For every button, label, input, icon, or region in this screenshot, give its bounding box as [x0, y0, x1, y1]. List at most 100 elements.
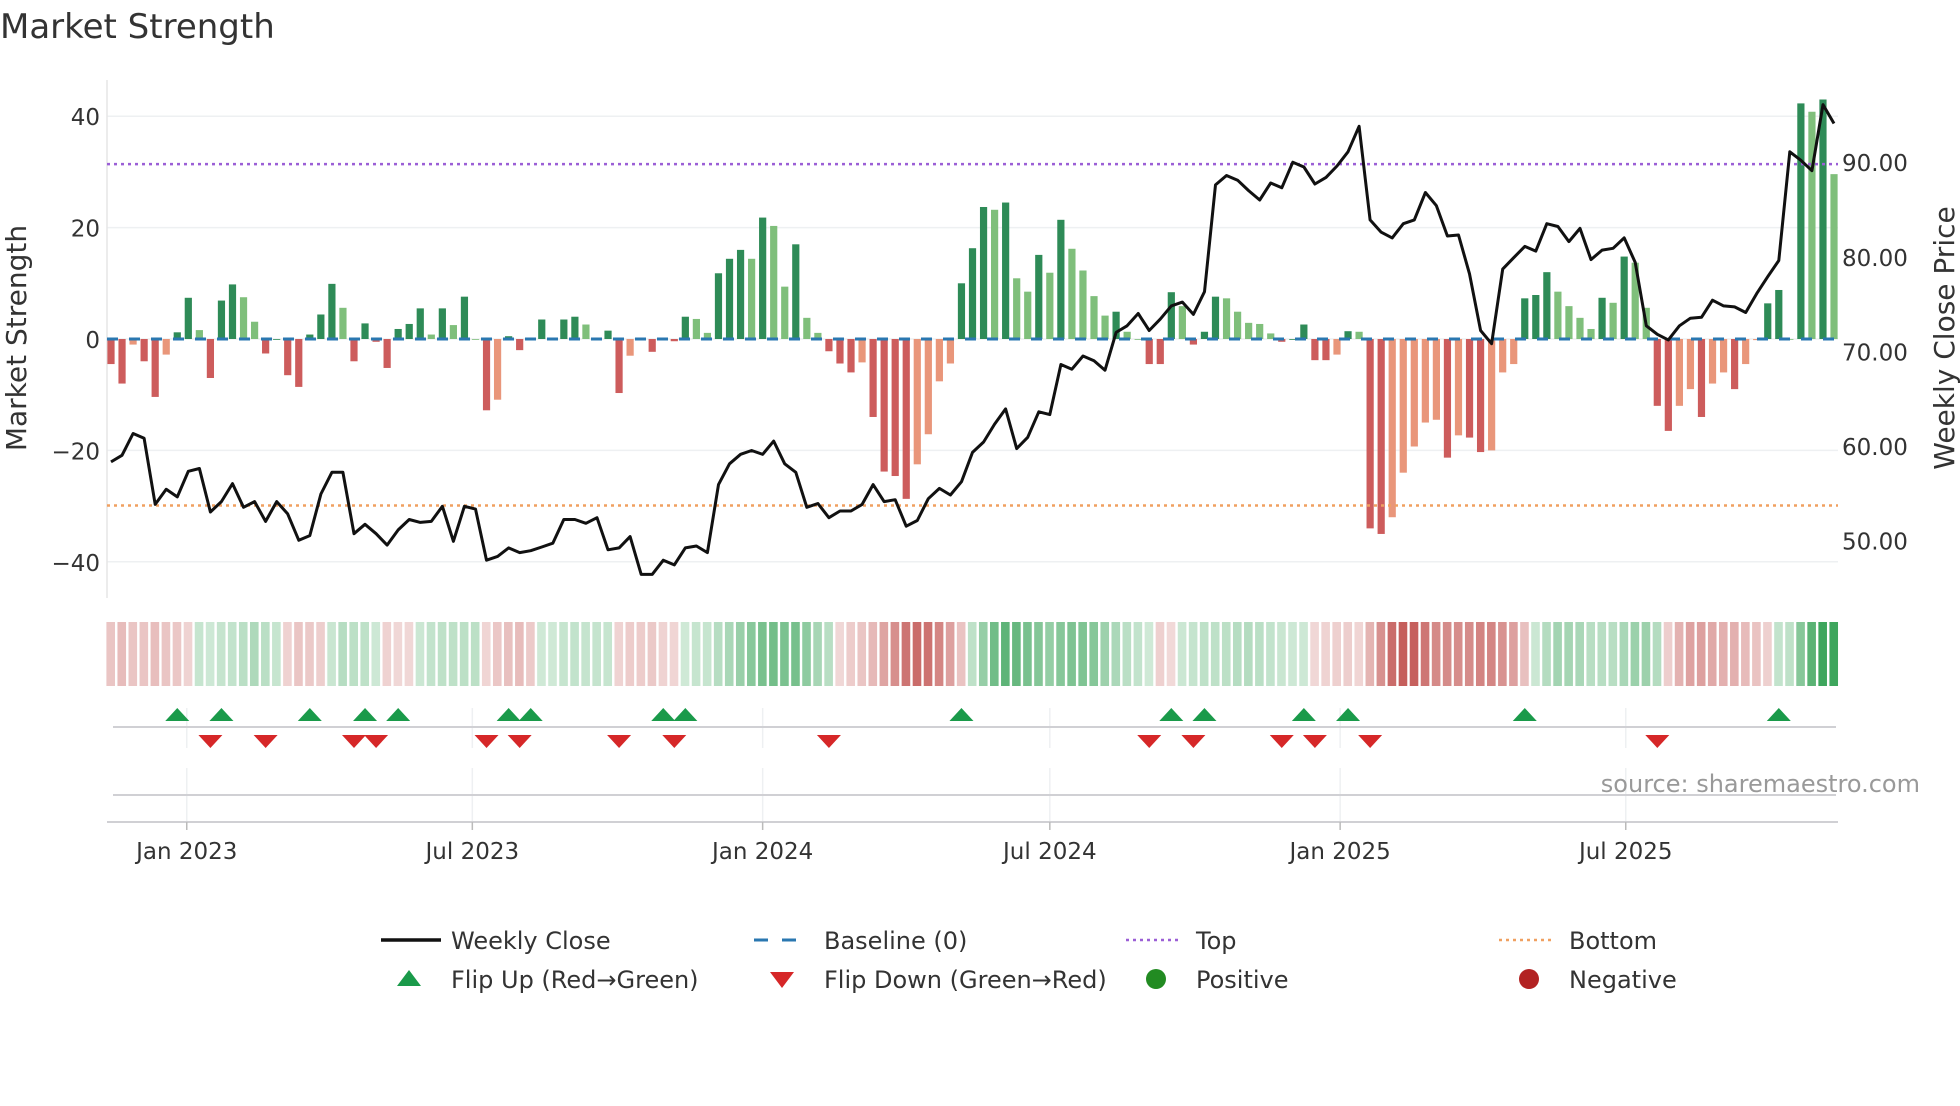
flip-up-marker [209, 708, 234, 721]
flip-down-marker [198, 735, 223, 748]
strength-bar [1554, 291, 1562, 339]
y2-tick-label: 60.00 [1842, 435, 1908, 461]
strength-bar [1410, 339, 1418, 447]
x-tick-label: Jan 2024 [710, 839, 813, 865]
heat-strip-cell [1067, 622, 1076, 686]
strength-bar [1719, 339, 1728, 373]
flip-down-marker [364, 735, 389, 748]
heat-strip-cell [1089, 622, 1099, 686]
heat-strip-cell [1277, 622, 1286, 686]
flip-up-marker [165, 708, 190, 721]
y-tick-label: −40 [51, 551, 100, 577]
heat-strip-cell [1188, 622, 1198, 686]
heat-strip-cell [481, 622, 491, 686]
strength-bar [339, 307, 347, 339]
heat-strip-cell [1752, 622, 1761, 686]
heat-strip-cell [238, 622, 248, 686]
heat-strip-cell [448, 622, 458, 686]
strength-bar [1002, 202, 1010, 339]
strength-bar [1565, 306, 1573, 339]
y-tick-label: 40 [71, 105, 100, 131]
strength-bar [217, 300, 226, 339]
heat-strip-cell [1023, 622, 1032, 686]
strength-bar [1068, 248, 1076, 339]
heat-strip-cell [1829, 622, 1839, 686]
strength-bar [825, 339, 833, 352]
heat-strip-cell [1310, 622, 1319, 686]
heat-strip-cell [802, 622, 811, 686]
heat-strip-cell [1685, 622, 1695, 686]
y2-tick-label: 50.00 [1842, 529, 1908, 555]
strength-bar [1731, 339, 1739, 390]
strength-bar [902, 339, 910, 499]
strength-bar [1521, 298, 1529, 339]
strength-bar [748, 258, 756, 339]
heat-strip-cell [1796, 622, 1805, 686]
heat-strip-cell [526, 622, 535, 686]
strength-bar [460, 296, 469, 339]
heat-strip-cell [1597, 622, 1607, 686]
heat-strip-cell [1100, 622, 1110, 686]
heat-strip-cell [669, 622, 679, 686]
strength-bar [880, 339, 888, 472]
strength-bar [1653, 339, 1661, 406]
heat-strip-cell [559, 622, 568, 686]
strength-bar [891, 339, 899, 477]
heat-strip-cell [1763, 622, 1772, 686]
strength-bar [538, 319, 546, 339]
flip-up-marker [297, 708, 322, 721]
strength-bar [1454, 339, 1463, 436]
legend-label: Top [1195, 927, 1237, 955]
heat-strip-cell [956, 622, 966, 686]
y2-axis-ticks: 90.00 80.00 70.00 60.00 50.00 [1842, 151, 1908, 555]
heat-strip-cell [1354, 622, 1364, 686]
y2-tick-label: 70.00 [1842, 340, 1908, 366]
strength-bar [803, 317, 811, 339]
flip-down-marker [1181, 735, 1206, 748]
heat-strip-cell [758, 622, 767, 686]
heat-strip-cell [128, 622, 138, 686]
heat-strip-cell [1619, 622, 1629, 686]
heat-strip-cell [371, 622, 381, 686]
heat-strip-cell [570, 622, 579, 686]
strength-bar [692, 318, 700, 339]
flip-up-marker [386, 708, 411, 721]
flip-up-marker [1766, 708, 1791, 721]
flip-up-marker [949, 708, 974, 721]
heat-strip-cell [305, 622, 314, 686]
strength-bar [1024, 291, 1032, 339]
source-label: source: sharemaestro.com [1601, 770, 1920, 798]
strength-bar [836, 339, 844, 364]
strength-bar [1443, 339, 1452, 458]
flip-down-marker [1302, 735, 1327, 748]
strength-bar [1775, 289, 1783, 339]
strength-bar [1156, 339, 1164, 365]
heat-strip-cell [735, 622, 745, 686]
heat-strip-cell [934, 622, 944, 686]
strength-bar [284, 339, 292, 376]
strength-bar [1388, 339, 1396, 518]
y-axis-ticks: 40 20 0 −20 −40 [51, 105, 100, 577]
heat-strip-cell [327, 622, 336, 686]
heat-strip-cell [1520, 622, 1529, 686]
strength-bar [516, 339, 524, 351]
heat-strip-cell [437, 622, 447, 686]
heat-strip-cell [1608, 622, 1618, 686]
heat-strip-cell [1774, 622, 1783, 686]
heat-strip-cell [923, 622, 933, 686]
strength-bar [1101, 315, 1109, 339]
flip-up-marker [673, 708, 698, 721]
heat-strip-cell [747, 622, 756, 686]
flip-up-marker [353, 708, 378, 721]
heat-strip-cell [658, 622, 668, 686]
heat-strip-cell [1012, 622, 1021, 686]
heat-strip-cell [614, 622, 624, 686]
heat-strip-cell [1398, 622, 1408, 686]
heat-strip-cell [249, 622, 259, 686]
strength-bar [560, 319, 568, 339]
strength-bar [736, 249, 745, 339]
heat-strip-cell [724, 622, 734, 686]
strength-bar [449, 325, 457, 339]
legend-circle-icon [1519, 969, 1539, 989]
strength-bar [979, 206, 988, 339]
